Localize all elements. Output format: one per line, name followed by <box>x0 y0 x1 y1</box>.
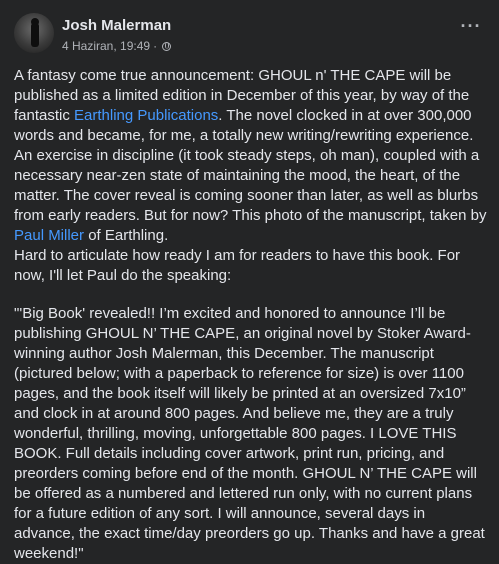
meta-separator: · <box>153 39 158 53</box>
post-timestamp[interactable]: 4 Haziran, 19:49 <box>62 39 150 53</box>
globe-icon <box>162 41 172 51</box>
post-paragraph-2: Hard to articulate how ready I am for re… <box>14 247 461 284</box>
post-header: Josh Malerman 4 Haziran, 19:49 · ··· <box>14 13 485 57</box>
author-avatar[interactable] <box>14 13 54 53</box>
facebook-post: Josh Malerman 4 Haziran, 19:49 · ··· A f… <box>0 0 499 562</box>
earthling-publications-link[interactable]: Earthling Publications <box>74 107 218 124</box>
post-text: . The novel clocked in at over 300,000 w… <box>14 107 487 224</box>
post-text: of Earthling. <box>84 227 169 244</box>
more-options-icon[interactable]: ··· <box>457 17 485 41</box>
post-body: A fantasy come true announcement: GHOUL … <box>14 66 488 564</box>
post-paragraph-1: A fantasy come true announcement: GHOUL … <box>14 66 488 246</box>
author-name[interactable]: Josh Malerman <box>62 17 171 34</box>
paul-miller-link[interactable]: Paul Miller <box>14 227 84 244</box>
post-meta: 4 Haziran, 19:49 · <box>62 39 172 53</box>
avatar-figure-body <box>31 23 39 47</box>
post-paragraph-3: "'Big Book' revealed!! I’m excited and h… <box>14 305 485 562</box>
